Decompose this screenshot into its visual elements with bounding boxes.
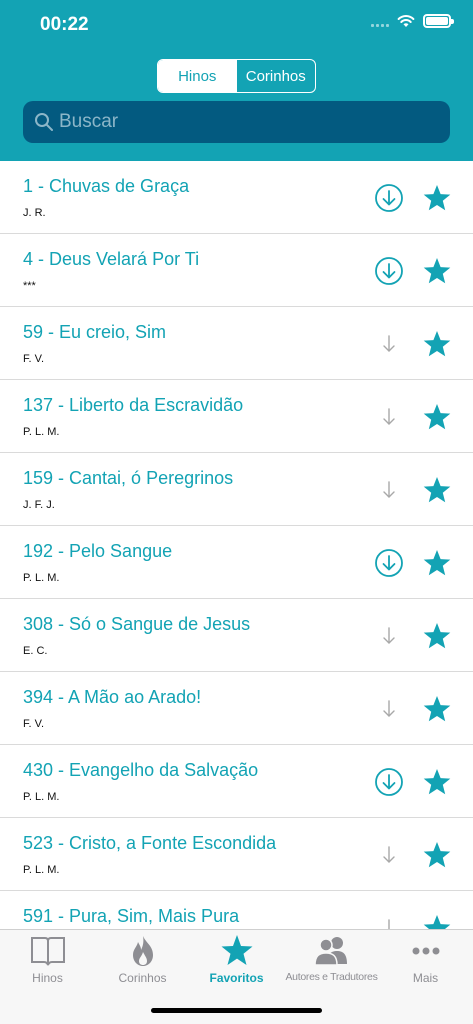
wifi-icon [397,15,415,27]
hymn-title: 394 - A Mão ao Arado! [23,687,202,707]
hymn-author: F. V. [23,718,44,730]
hymn-author: P. L. M. [23,426,60,438]
download-circle-icon[interactable] [374,256,404,286]
tab-label: Hinos [32,971,63,985]
download-arrow-icon[interactable] [374,621,404,651]
list-item[interactable]: 394 - A Mão ao Arado! F. V. [0,672,473,745]
hymn-author: P. L. M. [23,864,60,876]
hymn-author: E. C. [23,645,48,657]
favorite-star-icon[interactable] [422,402,452,432]
tab-corinhos[interactable]: Corinhos [95,934,190,994]
hymn-title: 430 - Evangelho da Salvação [23,760,259,780]
favorite-star-icon[interactable] [422,694,452,724]
favorite-star-icon[interactable] [422,475,452,505]
header: 00:22 Hinos Corinhos [0,0,473,161]
tab-hinos[interactable]: Hinos [0,934,95,994]
list-item[interactable]: 308 - Só o Sangue de Jesus E. C. [0,599,473,672]
hymn-author: P. L. M. [23,791,60,803]
list-item[interactable]: 159 - Cantai, ó Peregrinos J. F. J. [0,453,473,526]
hymn-title: 308 - Só o Sangue de Jesus [23,614,251,634]
hymn-author: F. V. [23,353,44,365]
list-item[interactable]: 59 - Eu creio, Sim F. V. [0,307,473,380]
hymn-title: 4 - Deus Velará Por Ti [23,249,200,269]
favorite-star-icon[interactable] [422,767,452,797]
hymn-author: J. F. J. [23,499,55,511]
download-circle-icon[interactable] [374,548,404,578]
favorite-star-icon[interactable] [422,621,452,651]
download-circle-icon[interactable] [374,183,404,213]
hymn-author: J. R. [23,207,46,219]
list-item[interactable]: 4 - Deus Velará Por Ti *** [0,234,473,307]
book-icon [0,934,95,968]
tab-label: Mais [412,971,439,985]
hymn-title: 192 - Pelo Sangue [23,541,173,561]
flame-icon [95,934,190,968]
signal-icon [371,15,389,27]
list-item[interactable]: 137 - Liberto da Escravidão P. L. M. [0,380,473,453]
search-input[interactable] [59,111,439,133]
tab-mais[interactable]: Mais [378,934,473,994]
tab-autores-e-tradutores[interactable]: Autores e Tradutores [284,934,379,994]
status-icons [371,14,454,28]
hymn-title: 159 - Cantai, ó Peregrinos [23,468,234,488]
download-arrow-icon[interactable] [374,329,404,359]
favorite-star-icon[interactable] [422,183,452,213]
star-icon [189,934,284,968]
favorite-star-icon[interactable] [422,256,452,286]
tab-label: Favoritos [209,971,264,985]
download-arrow-icon[interactable] [374,913,404,929]
download-arrow-icon[interactable] [374,694,404,724]
download-circle-icon[interactable] [374,767,404,797]
list-item[interactable]: 1 - Chuvas de Graça J. R. [0,161,473,234]
battery-icon [423,14,454,28]
hymn-title: 1 - Chuvas de Graça [23,176,190,196]
hymn-author: *** [23,280,36,292]
hymn-title: 59 - Eu creio, Sim [23,322,167,342]
search-icon [35,113,53,131]
download-arrow-icon[interactable] [374,840,404,870]
list-item[interactable]: 523 - Cristo, a Fonte Escondida P. L. M. [0,818,473,891]
segmented-control: Hinos Corinhos [157,59,316,93]
hymn-title: 523 - Cristo, a Fonte Escondida [23,833,277,853]
segment-corinhos[interactable]: Corinhos [237,60,316,92]
download-arrow-icon[interactable] [374,475,404,505]
list-item[interactable]: 430 - Evangelho da Salvação P. L. M. [0,745,473,818]
tab-favoritos[interactable]: Favoritos [189,934,284,994]
more-icon [378,934,473,968]
search-bar[interactable] [23,101,450,143]
hymn-title: 591 - Pura, Sim, Mais Pura [23,906,240,926]
list-item[interactable]: 591 - Pura, Sim, Mais Pura [0,891,473,929]
home-indicator [151,1008,322,1013]
people-icon [284,934,379,968]
favorite-star-icon[interactable] [422,913,452,929]
hymn-list: 1 - Chuvas de Graça J. R. 4 - Deus Velará … [0,161,473,929]
download-arrow-icon[interactable] [374,402,404,432]
status-time: 00:22 [40,14,89,35]
list-item[interactable]: 192 - Pelo Sangue P. L. M. [0,526,473,599]
hymn-author: P. L. M. [23,572,60,584]
hymn-title: 137 - Liberto da Escravidão [23,395,244,415]
favorite-star-icon[interactable] [422,548,452,578]
tab-label: Autores e Tradutores [285,971,378,983]
favorite-star-icon[interactable] [422,329,452,359]
tab-label: Corinhos [118,971,167,985]
segment-hinos[interactable]: Hinos [158,60,237,92]
favorite-star-icon[interactable] [422,840,452,870]
